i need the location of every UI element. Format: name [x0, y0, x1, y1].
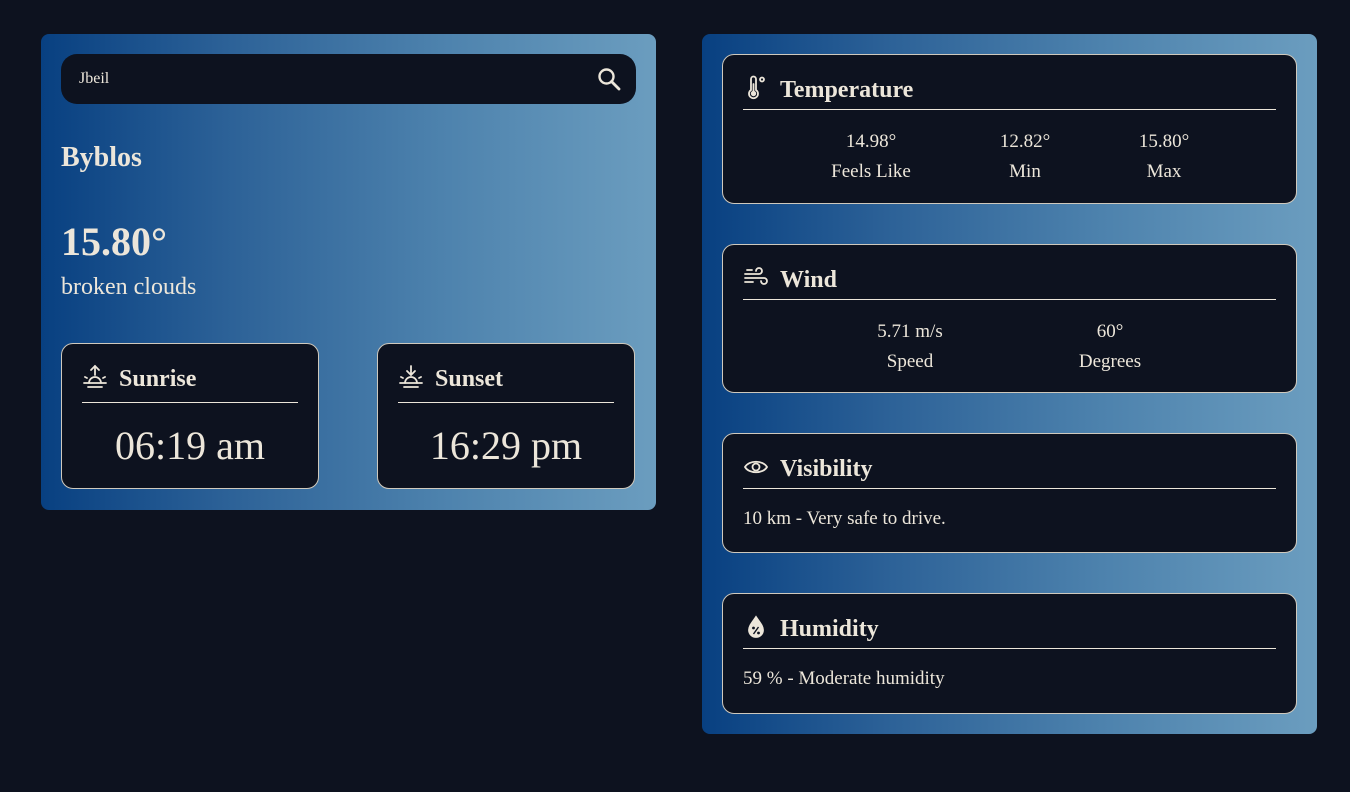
wind-speed-value: 5.71 m/s — [877, 321, 943, 342]
humidity-card-header: Humidity — [743, 612, 1276, 649]
min-temp-value: 12.82° — [999, 131, 1051, 152]
sunrise-icon — [82, 364, 108, 390]
sunrise-label: Sunrise — [119, 366, 197, 392]
visibility-card-header: Visibility — [743, 452, 1276, 489]
wind-icon — [743, 265, 769, 291]
wind-card: Wind 5.71 m/s Speed 60° Degrees — [722, 244, 1297, 393]
feels-like-label: Feels Like — [831, 161, 911, 182]
feels-like-stat: 14.98° Feels Like — [791, 127, 951, 187]
min-temp-stat: 12.82° Min — [945, 127, 1105, 187]
thermometer-icon — [743, 75, 769, 101]
visibility-text: 10 km - Very safe to drive. — [743, 508, 946, 529]
current-weather-panel: Byblos 15.80° broken clouds Sunrise 06:1… — [41, 34, 656, 510]
min-temp-label: Min — [1009, 161, 1041, 182]
visibility-card-title: Visibility — [780, 456, 873, 482]
sunset-icon — [398, 364, 424, 390]
sunrise-card: Sunrise 06:19 am — [61, 343, 319, 489]
humidity-icon — [743, 614, 769, 640]
weather-details-panel: Temperature 14.98° Feels Like 12.82° Min… — [702, 34, 1317, 734]
wind-degrees-stat: 60° Degrees — [1030, 317, 1190, 377]
wind-degrees-label: Degrees — [1078, 351, 1142, 372]
sunset-card-header: Sunset — [398, 362, 614, 403]
sunset-label: Sunset — [435, 366, 504, 392]
wind-degrees-value: 60° — [1096, 321, 1124, 342]
current-temperature: 15.80° — [61, 219, 167, 264]
search-icon[interactable] — [596, 66, 622, 92]
sunrise-time: 06:19 am — [115, 423, 265, 468]
wind-card-header: Wind — [743, 263, 1276, 300]
humidity-card-title: Humidity — [780, 616, 879, 642]
weather-description: broken clouds — [61, 274, 197, 300]
temperature-card-title: Temperature — [780, 77, 914, 103]
humidity-card: Humidity 59 % - Moderate humidity — [722, 593, 1297, 714]
visibility-card: Visibility 10 km - Very safe to drive. — [722, 433, 1297, 553]
sunset-time: 16:29 pm — [429, 423, 583, 468]
max-temp-value: 15.80° — [1138, 131, 1190, 152]
wind-card-title: Wind — [780, 267, 837, 293]
wind-speed-stat: 5.71 m/s Speed — [830, 317, 990, 377]
search-bar — [61, 54, 636, 104]
max-temp-stat: 15.80° Max — [1084, 127, 1244, 187]
feels-like-value: 14.98° — [845, 131, 897, 152]
sunset-card: Sunset 16:29 pm — [377, 343, 635, 489]
search-input[interactable] — [79, 54, 579, 104]
humidity-text: 59 % - Moderate humidity — [743, 668, 945, 689]
max-temp-label: Max — [1146, 161, 1182, 182]
city-name: Byblos — [61, 142, 142, 173]
temperature-card-header: Temperature — [743, 73, 1276, 110]
sunrise-card-header: Sunrise — [82, 362, 298, 403]
eye-icon — [743, 454, 769, 480]
wind-speed-label: Speed — [886, 351, 934, 372]
temperature-card: Temperature 14.98° Feels Like 12.82° Min… — [722, 54, 1297, 204]
